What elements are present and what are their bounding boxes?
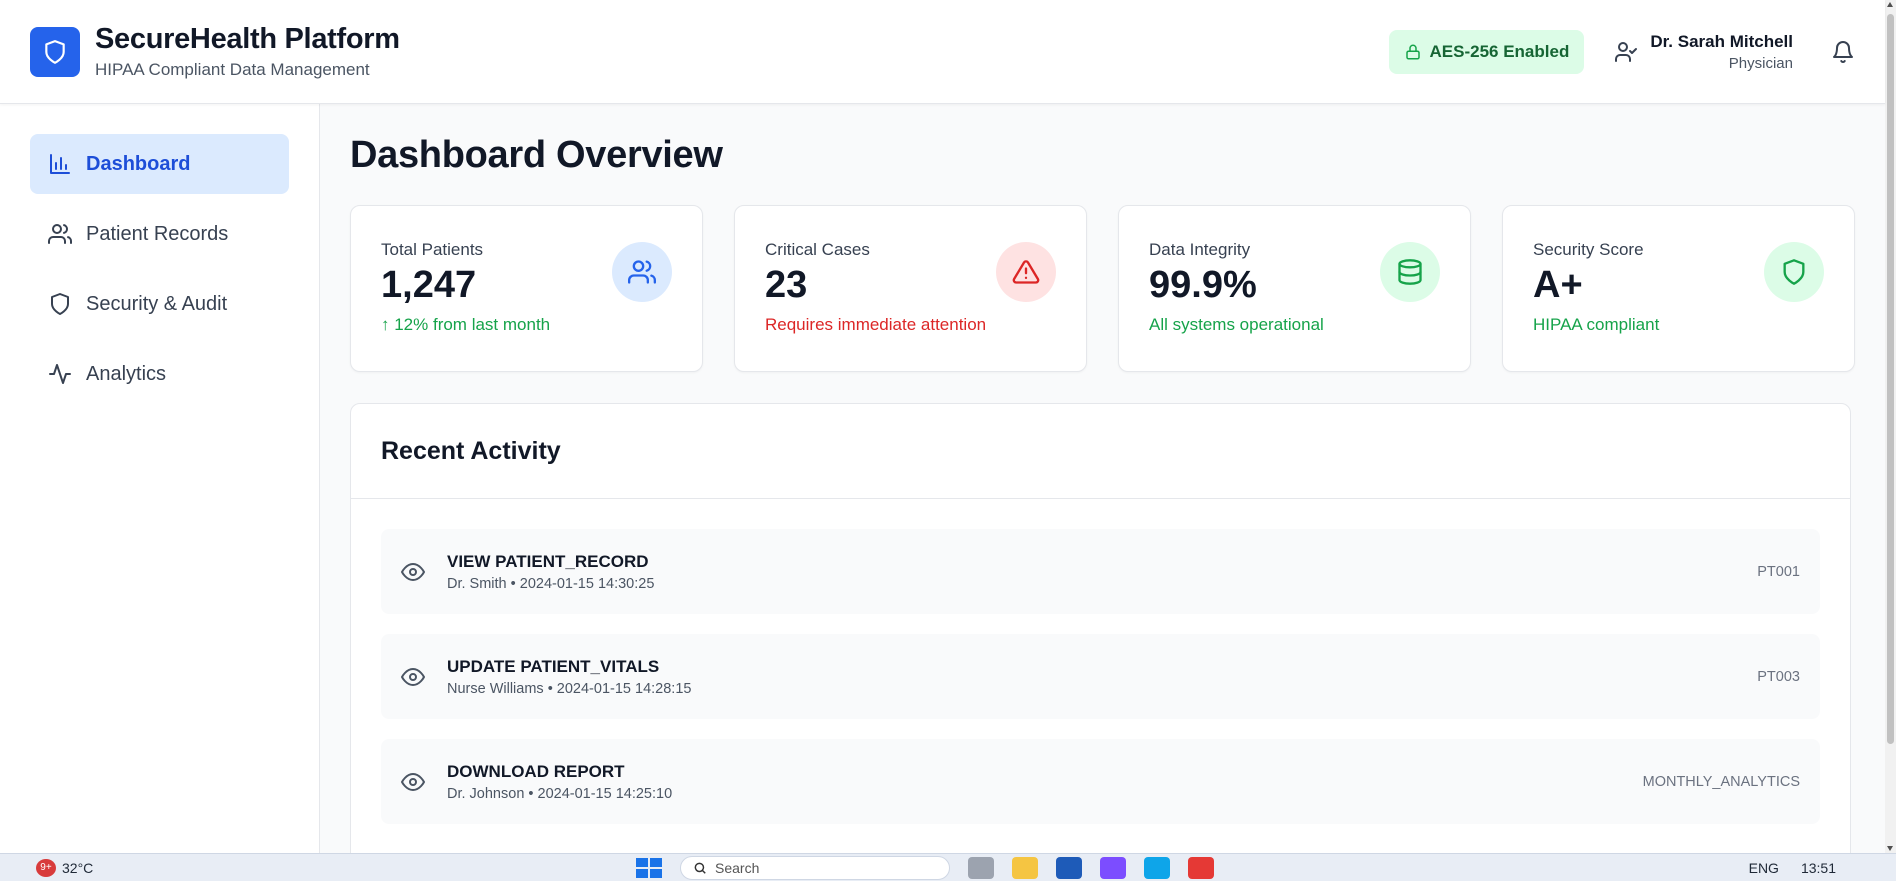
activity-reference: MONTHLY_ANALYTICS	[1642, 773, 1800, 790]
activity-item[interactable]: DOWNLOAD REPORT Dr. Johnson • 2024-01-15…	[381, 739, 1820, 824]
page-scrollbar[interactable]	[1885, 0, 1896, 853]
users-icon	[628, 260, 656, 284]
taskbar-search[interactable]: Search	[680, 855, 950, 880]
shield-icon	[51, 293, 69, 315]
user-check-icon	[1615, 41, 1638, 62]
system-tray: ENG 13:51	[1749, 860, 1836, 876]
main-content: Dashboard Overview Total Patients 1,247 …	[320, 104, 1885, 853]
scroll-down-arrow[interactable]	[1887, 846, 1893, 851]
user-role: Physician	[1728, 54, 1793, 72]
activity-meta: Dr. Smith • 2024-01-15 14:30:25	[447, 575, 655, 592]
stat-note: HIPAA compliant	[1533, 315, 1660, 334]
activity-icon	[49, 364, 71, 384]
weather-widget[interactable]: 9+ 32°C	[36, 858, 94, 877]
sidebar-item-dashboard[interactable]: Dashboard	[30, 134, 289, 194]
activity-action: DOWNLOAD REPORT	[447, 761, 625, 781]
bar-chart-icon	[50, 154, 70, 174]
language-indicator[interactable]: ENG	[1749, 860, 1779, 876]
activity-reference: PT001	[1757, 563, 1800, 580]
users-icon	[48, 224, 72, 244]
windows-start-icon[interactable]	[636, 857, 662, 878]
os-taskbar: 9+ 32°C Search ENG 13:51	[0, 853, 1896, 881]
app-title: SecureHealth Platform	[95, 23, 400, 55]
sidebar: Dashboard Patient Records Security & Aud…	[0, 104, 320, 853]
notifications-button[interactable]	[1831, 40, 1855, 64]
database-icon	[1398, 259, 1422, 285]
sidebar-item-label: Analytics	[86, 362, 167, 385]
taskbar-app-icon[interactable]	[968, 856, 994, 879]
eye-icon	[401, 562, 425, 581]
edge-icon[interactable]	[1144, 856, 1170, 879]
clock[interactable]: 13:51	[1801, 860, 1836, 876]
stat-note: ↑ 12% from last month	[381, 315, 551, 334]
stat-icon-wrap	[612, 242, 672, 302]
encryption-badge: AES-256 Enabled	[1388, 29, 1585, 74]
activity-meta: Dr. Johnson • 2024-01-15 14:25:10	[447, 785, 673, 802]
stat-note: All systems operational	[1149, 315, 1324, 334]
activity-action: UPDATE PATIENT_VITALS	[447, 656, 660, 676]
activity-meta: Nurse Williams • 2024-01-15 14:28:15	[447, 680, 692, 697]
chrome-icon[interactable]	[1188, 856, 1214, 879]
shield-icon	[45, 39, 65, 64]
eye-icon	[401, 772, 425, 791]
stat-card-data-integrity: Data Integrity 99.9% All systems operati…	[1118, 205, 1471, 372]
taskbar-center: Search	[636, 855, 1214, 880]
search-icon	[694, 862, 706, 874]
alert-triangle-icon	[1012, 260, 1040, 284]
stat-card-total-patients: Total Patients 1,247 ↑ 12% from last mon…	[350, 205, 703, 372]
encryption-badge-label: AES-256 Enabled	[1429, 41, 1570, 61]
activity-item[interactable]: UPDATE PATIENT_VITALS Nurse Williams • 2…	[381, 634, 1820, 719]
user-profile[interactable]: Dr. Sarah Mitchell Physician	[1614, 32, 1793, 72]
stat-card-critical-cases: Critical Cases 23 Requires immediate att…	[734, 205, 1087, 372]
lock-icon	[1405, 44, 1420, 59]
activity-item[interactable]: VIEW PATIENT_RECORD Dr. Smith • 2024-01-…	[381, 529, 1820, 614]
stat-note: Requires immediate attention	[765, 315, 987, 334]
stat-icon-wrap	[1380, 242, 1440, 302]
recent-activity-title: Recent Activity	[351, 404, 1850, 499]
sidebar-item-label: Dashboard	[86, 152, 191, 175]
shield-icon	[1783, 259, 1805, 285]
copilot-icon[interactable]	[1100, 856, 1126, 879]
scroll-thumb[interactable]	[1887, 14, 1894, 744]
stat-icon-wrap	[996, 242, 1056, 302]
stat-card-security-score: Security Score A+ HIPAA compliant	[1502, 205, 1855, 372]
stats-row: Total Patients 1,247 ↑ 12% from last mon…	[350, 205, 1855, 372]
app-subtitle: HIPAA Compliant Data Management	[95, 60, 370, 79]
notification-count-badge: 9+	[36, 858, 56, 877]
store-icon[interactable]	[1056, 856, 1082, 879]
scroll-up-arrow[interactable]	[1887, 2, 1893, 7]
app-header: SecureHealth Platform HIPAA Compliant Da…	[0, 0, 1885, 104]
page-title: Dashboard Overview	[350, 134, 723, 176]
activity-action: VIEW PATIENT_RECORD	[447, 551, 649, 571]
app-logo	[30, 26, 80, 77]
stat-icon-wrap	[1764, 242, 1824, 302]
activity-reference: PT003	[1757, 668, 1800, 685]
file-explorer-icon[interactable]	[1012, 856, 1038, 879]
sidebar-item-security-audit[interactable]: Security & Audit	[30, 274, 289, 334]
taskbar-search-placeholder: Search	[715, 859, 760, 876]
sidebar-item-analytics[interactable]: Analytics	[30, 344, 289, 404]
sidebar-item-label: Patient Records	[86, 222, 229, 245]
activity-list: VIEW PATIENT_RECORD Dr. Smith • 2024-01-…	[351, 499, 1850, 824]
eye-icon	[401, 667, 425, 686]
sidebar-item-label: Security & Audit	[86, 292, 228, 315]
temperature-label: 32°C	[62, 859, 94, 876]
user-name: Dr. Sarah Mitchell	[1650, 31, 1793, 51]
bell-icon	[1833, 40, 1853, 63]
recent-activity-panel: Recent Activity VIEW PATIENT_RECORD Dr. …	[350, 403, 1851, 853]
sidebar-item-patient-records[interactable]: Patient Records	[30, 204, 289, 264]
